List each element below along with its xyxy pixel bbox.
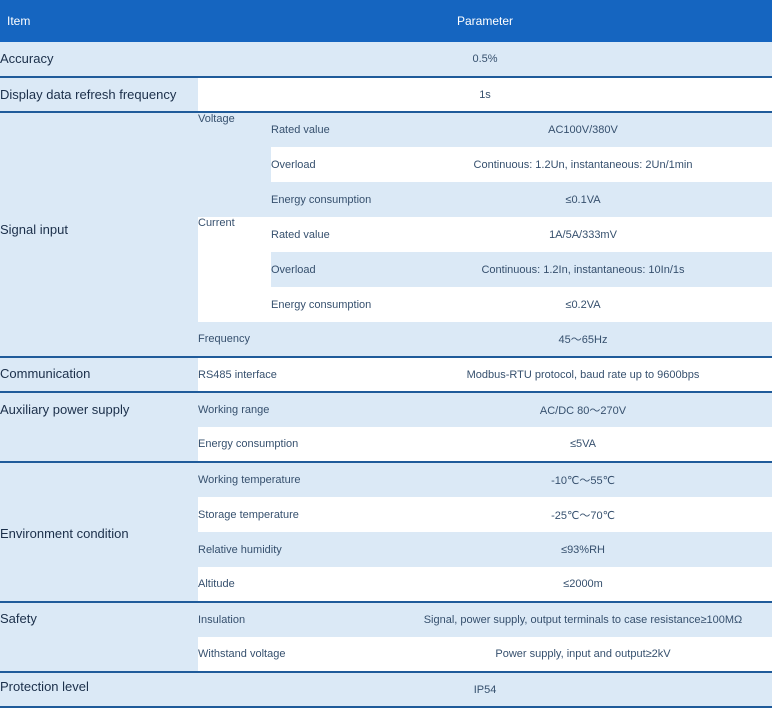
sub-label-insulation: Insulation: [198, 602, 394, 637]
value-current-energy: ≤0.2VA: [394, 287, 772, 322]
value-communication: Modbus-RTU protocol, baud rate up to 960…: [394, 357, 772, 393]
header-parameter: Parameter: [198, 0, 772, 42]
value-work-temp: -10℃～55℃: [394, 462, 772, 497]
value-working-range: AC/DC 80～270V: [394, 392, 772, 427]
param-label-current-overload: Overload: [271, 252, 394, 287]
value-refresh: 1s: [198, 77, 772, 113]
sub-label-voltage: Voltage: [198, 112, 271, 217]
param-label-current-energy: Energy consumption: [271, 287, 394, 322]
param-label-current-rated: Rated value: [271, 217, 394, 252]
param-label-voltage-rated: Rated value: [271, 112, 394, 147]
row-label-accuracy: Accuracy: [0, 42, 198, 78]
sub-label-humidity: Relative humidity: [198, 532, 394, 567]
table-row-communication: Communication RS485 interface Modbus-RTU…: [0, 357, 772, 393]
table-row-insulation: Safety Insulation Signal, power supply, …: [0, 602, 772, 673]
value-voltage-energy: ≤0.1VA: [394, 182, 772, 217]
row-label-environment: Environment condition: [0, 462, 198, 603]
row-label-refresh: Display data refresh frequency: [0, 77, 198, 113]
table-row-aux-range: Auxiliary power supply Working range AC/…: [0, 392, 772, 463]
sub-label-working-range: Working range: [198, 392, 394, 427]
sub-label-rs485: RS485 interface: [198, 357, 394, 393]
table-row-voltage-rated: Signal input Voltage Rated value AC100V/…: [0, 112, 772, 358]
row-label-signal-input: Signal input: [0, 112, 198, 358]
table-row-protection: Protection level IP54: [0, 672, 772, 708]
value-humidity: ≤93%RH: [394, 532, 772, 567]
header-row: Item Parameter: [0, 0, 772, 42]
sub-label-frequency: Frequency: [198, 322, 394, 358]
header-item: Item: [0, 0, 198, 42]
row-label-communication: Communication: [0, 357, 198, 393]
sub-label-altitude: Altitude: [198, 567, 394, 603]
sub-label-storage-temp: Storage temperature: [198, 497, 394, 532]
value-voltage-rated: AC100V/380V: [394, 112, 772, 147]
value-altitude: ≤2000m: [394, 567, 772, 603]
param-label-voltage-overload: Overload: [271, 147, 394, 182]
sub-label-current: Current: [198, 217, 271, 322]
row-label-aux-power: Auxiliary power supply: [0, 392, 198, 463]
sub-label-work-temp: Working temperature: [198, 462, 394, 497]
value-current-overload: Continuous: 1.2In, instantaneous: 10In/1…: [394, 252, 772, 287]
param-label-voltage-energy: Energy consumption: [271, 182, 394, 217]
value-withstand: Power supply, input and output≥2kV: [394, 637, 772, 673]
value-accuracy: 0.5%: [198, 42, 772, 78]
value-voltage-overload: Continuous: 1.2Un, instantaneous: 2Un/1m…: [394, 147, 772, 182]
row-label-protection: Protection level: [0, 672, 198, 708]
table-row-work-temp: Environment condition Working temperatur…: [0, 462, 772, 603]
sub-label-aux-energy: Energy consumption: [198, 427, 394, 463]
spec-table: Item Parameter Accuracy 0.5% Display dat…: [0, 0, 772, 708]
value-storage-temp: -25℃～70℃: [394, 497, 772, 532]
value-aux-energy: ≤5VA: [394, 427, 772, 463]
sub-label-withstand: Withstand voltage: [198, 637, 394, 673]
value-protection: IP54: [198, 672, 772, 708]
row-label-safety: Safety: [0, 602, 198, 673]
value-current-rated: 1A/5A/333mV: [394, 217, 772, 252]
table-row-refresh: Display data refresh frequency 1s: [0, 77, 772, 113]
value-insulation: Signal, power supply, output terminals t…: [394, 602, 772, 637]
value-frequency: 45～65Hz: [394, 322, 772, 358]
table-row-accuracy: Accuracy 0.5%: [0, 42, 772, 78]
